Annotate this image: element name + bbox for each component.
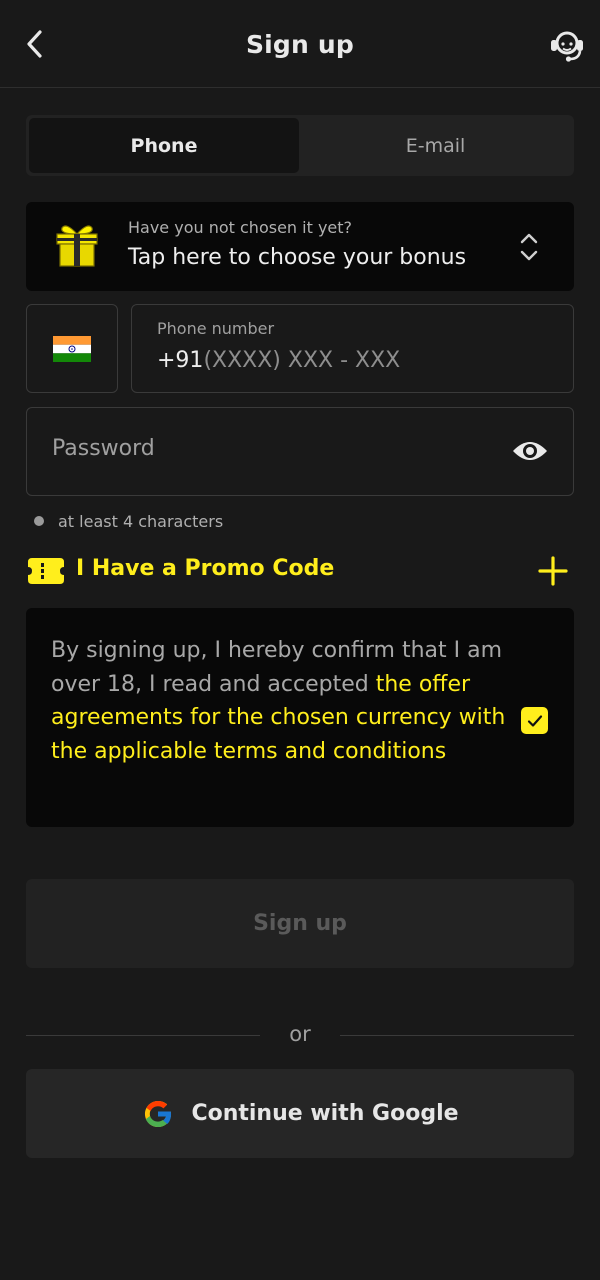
india-flag-icon — [53, 335, 91, 362]
bonus-subtitle: Have you not chosen it yet? — [128, 218, 353, 237]
phone-placeholder: (XXXX) XXX - XXX — [203, 348, 401, 373]
phone-prefix: +91(XXXX) XXX - XXX — [157, 348, 400, 373]
google-icon — [145, 1100, 173, 1127]
headset-icon — [551, 31, 583, 62]
bonus-title: Tap here to choose your bonus — [128, 245, 467, 270]
phone-prefix-value: +91 — [157, 348, 204, 373]
phone-number-field[interactable]: Phone number +91(XXXX) XXX - XXX — [131, 304, 574, 393]
continue-with-google-button[interactable]: Continue with Google — [26, 1069, 574, 1158]
password-placeholder: Password — [52, 436, 155, 461]
back-button[interactable] — [14, 22, 54, 66]
agreement-text: By signing up, I hereby confirm that I a… — [51, 634, 521, 768]
divider-left — [26, 1035, 260, 1036]
promo-code-toggle[interactable]: I Have a Promo Code — [76, 556, 334, 581]
signup-method-tabs: Phone E-mail — [26, 115, 574, 176]
country-code-selector[interactable] — [26, 304, 118, 393]
chevron-left-icon — [27, 30, 42, 58]
gift-icon — [56, 225, 98, 267]
plus-icon[interactable] — [536, 554, 570, 588]
agreement-box: By signing up, I hereby confirm that I a… — [26, 608, 574, 827]
eye-icon[interactable] — [511, 436, 549, 466]
agreement-checkbox[interactable] — [521, 707, 548, 734]
sign-up-button[interactable]: Sign up — [26, 879, 574, 968]
page-title: Sign up — [245, 29, 355, 59]
ticket-icon[interactable] — [28, 558, 64, 584]
password-field[interactable]: Password — [26, 407, 574, 496]
tab-phone[interactable]: Phone — [29, 118, 299, 173]
check-icon — [527, 714, 542, 727]
tab-email[interactable]: E-mail — [300, 118, 571, 173]
password-hint: at least 4 characters — [58, 512, 224, 531]
phone-number-label: Phone number — [157, 319, 275, 338]
divider-right — [340, 1035, 574, 1036]
divider-text: or — [289, 1022, 311, 1046]
google-button-label: Continue with Google — [191, 1101, 459, 1126]
support-button[interactable] — [546, 24, 588, 66]
hint-bullet — [34, 516, 44, 526]
bonus-selector[interactable]: Have you not chosen it yet? Tap here to … — [26, 202, 574, 291]
chevron-up-down-icon — [520, 233, 538, 261]
